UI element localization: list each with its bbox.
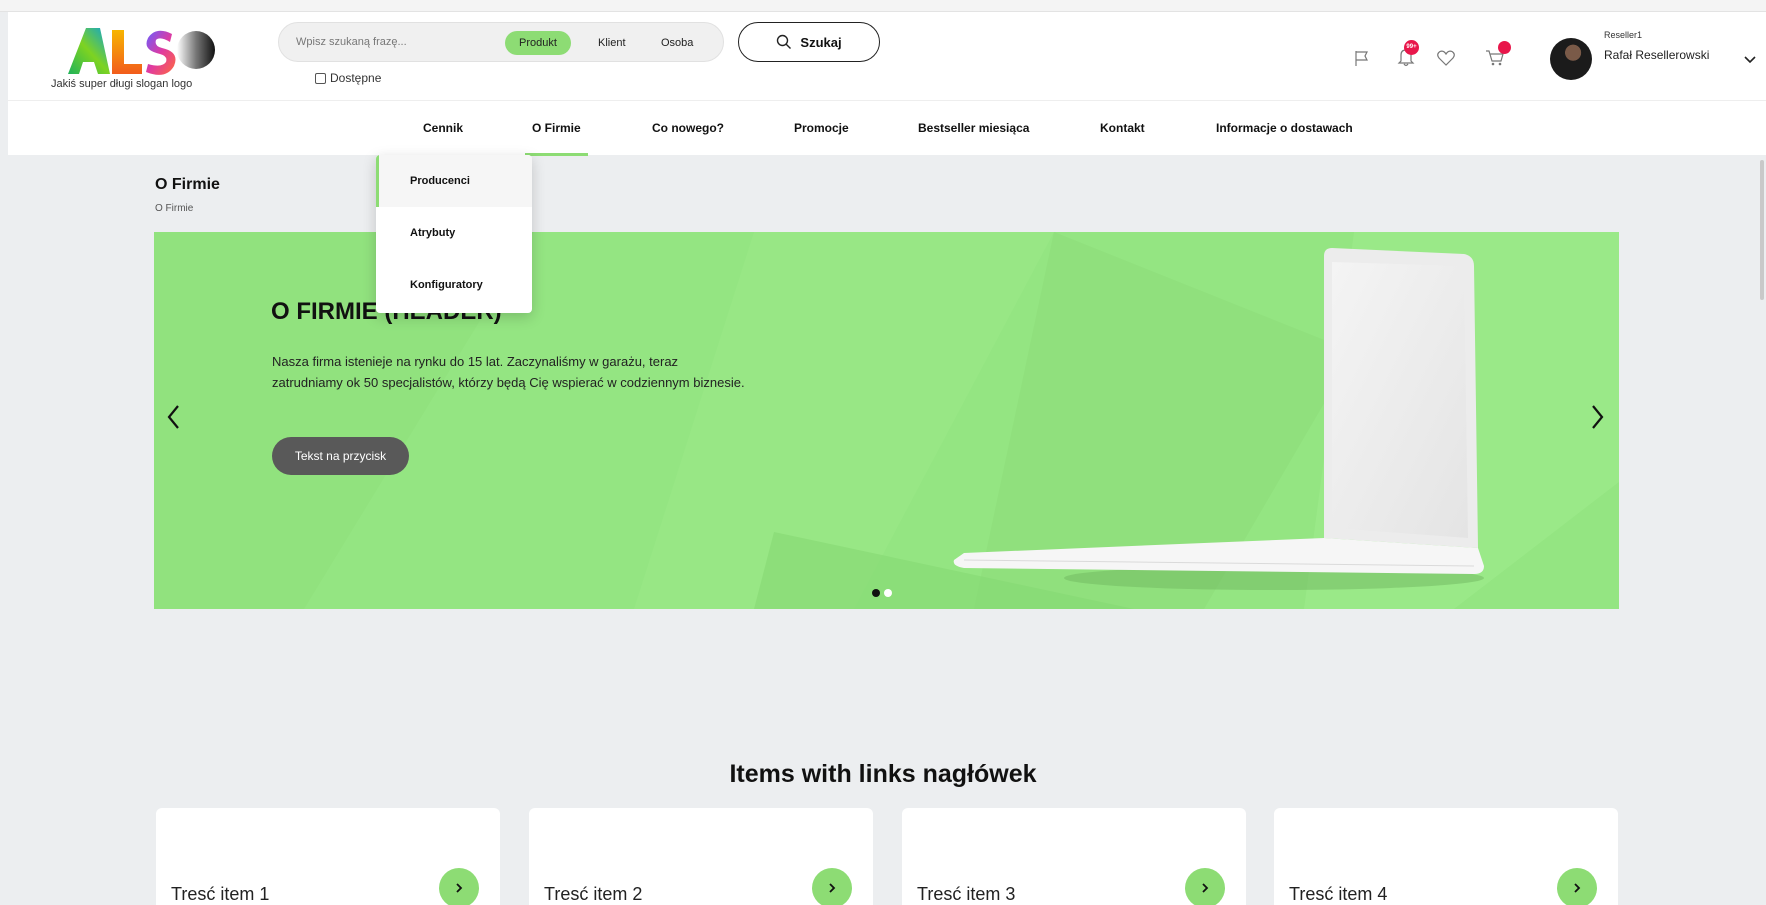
item-card-label: Tresć item 3 [917, 884, 1016, 904]
search-icon [777, 34, 792, 49]
nav-item-o-firmie[interactable]: O Firmie [525, 101, 588, 156]
dropdown-item-producenci[interactable]: Producenci [376, 155, 532, 207]
nav-item-cennik[interactable]: Cennik [423, 101, 463, 156]
chevron-down-icon[interactable] [1743, 52, 1757, 70]
item-card-button[interactable] [812, 868, 852, 905]
dropdown-item-atrybuty[interactable]: Atrybuty [376, 207, 532, 259]
page: Jakiś super długi slogan logo Produkt Kl… [0, 0, 1766, 905]
item-card-label: Tresć item 4 [1289, 884, 1388, 904]
search-button-label: Szukaj [800, 34, 842, 50]
chevron-left-icon [167, 405, 179, 429]
nav-item-promocje[interactable]: Promocje [794, 101, 849, 156]
also-logo[interactable] [66, 24, 216, 79]
item-card[interactable]: Tresć item 3 [902, 808, 1246, 905]
item-card[interactable]: Tresć item 2 [529, 808, 873, 905]
nav-dropdown-menu: Producenci Atrybuty Konfiguratory [376, 155, 532, 313]
nav-item-bestseller[interactable]: Bestseller miesiąca [918, 101, 1029, 156]
available-label: Dostępne [330, 71, 382, 85]
site-header: Jakiś super długi slogan logo Produkt Kl… [8, 12, 1766, 100]
item-card-label: Tresć item 1 [171, 884, 270, 904]
hero-prev-arrow[interactable] [164, 402, 184, 437]
logo-graphic [68, 28, 215, 75]
page-scrollbar[interactable] [1760, 160, 1764, 300]
search-button[interactable]: Szukaj [738, 22, 880, 62]
logo-slogan: Jakiś super długi slogan logo [51, 78, 193, 90]
browser-top-strip [0, 0, 1766, 12]
item-card-button[interactable] [1557, 868, 1597, 905]
flag-icon[interactable] [1352, 48, 1374, 70]
search-scope-osoba[interactable]: Osoba [647, 31, 707, 55]
search-bar: Produkt Klient Osoba [278, 22, 724, 62]
notifications-badge: 99+ [1404, 40, 1419, 55]
items-section-title: Items with links nagłówek [729, 760, 1037, 788]
page-title: O Firmie [155, 176, 220, 193]
heart-icon[interactable] [1436, 48, 1458, 70]
hero-cta-button[interactable]: Tekst na przycisk [272, 437, 409, 475]
cart-icon[interactable] [1484, 41, 1511, 68]
chevron-right-icon [1202, 883, 1209, 893]
hero-description: Nasza firma istenieje na rynku do 15 lat… [272, 354, 745, 390]
chevron-right-icon [1592, 405, 1604, 429]
available-filter[interactable]: Dostępne [315, 71, 381, 85]
chevron-right-icon [456, 883, 463, 893]
user-role: Reseller1 [1604, 30, 1643, 40]
hero-slider: O FIRMIE (HEADER) Nasza firma istenieje … [154, 232, 1619, 609]
dropdown-item-konfiguratory[interactable]: Konfiguratory [376, 259, 532, 311]
search-scope-produkt[interactable]: Produkt [505, 31, 571, 55]
hero-dot-1[interactable] [872, 589, 880, 597]
item-card[interactable]: Tresć item 1 [156, 808, 500, 905]
available-checkbox[interactable] [315, 72, 326, 84]
nav-item-kontakt[interactable]: Kontakt [1100, 101, 1145, 156]
search-input[interactable] [296, 32, 476, 52]
hero-next-arrow[interactable] [1587, 402, 1607, 437]
nav-item-dostawy[interactable]: Informacje o dostawach [1216, 101, 1353, 156]
nav-item-co-nowego[interactable]: Co nowego? [652, 101, 724, 156]
main-navigation: Cennik O Firmie Co nowego? Promocje Best… [8, 100, 1766, 156]
item-card-button[interactable] [1185, 868, 1225, 905]
breadcrumb[interactable]: O Firmie [155, 203, 193, 214]
item-card[interactable]: Tresć item 4 [1274, 808, 1618, 905]
laptop-image [944, 248, 1504, 603]
user-name[interactable]: Rafał Resellerowski [1604, 48, 1714, 63]
user-avatar[interactable] [1550, 38, 1592, 80]
item-card-button[interactable] [439, 868, 479, 905]
cart-badge [1498, 41, 1511, 54]
item-card-label: Tresć item 2 [544, 884, 643, 904]
hero-pagination [872, 589, 892, 597]
search-scope-klient[interactable]: Klient [584, 31, 640, 55]
chevron-right-icon [829, 883, 836, 893]
chevron-right-icon [1574, 883, 1581, 893]
hero-dot-2[interactable] [884, 589, 892, 597]
notifications-icon[interactable]: 99+ [1396, 40, 1419, 68]
